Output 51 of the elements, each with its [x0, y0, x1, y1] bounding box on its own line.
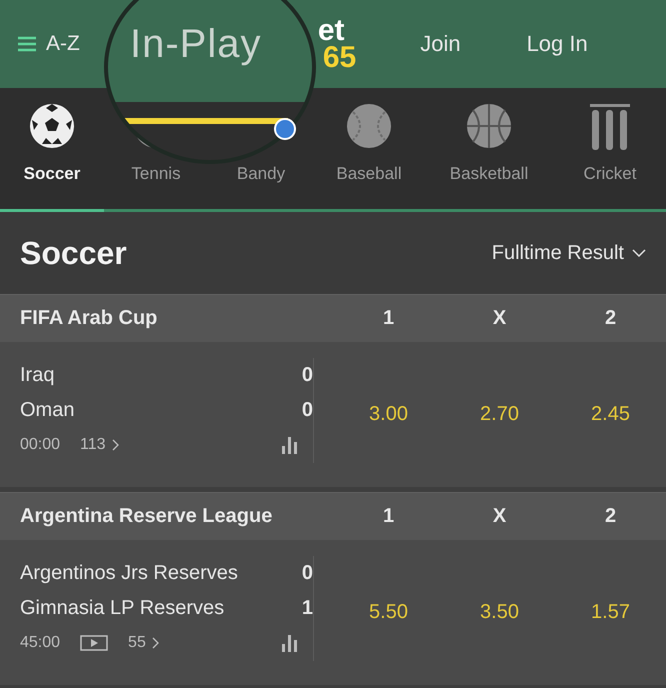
stats-icon[interactable]	[281, 634, 299, 652]
team-name: Gimnasia LP Reserves	[20, 596, 224, 620]
team-name: Iraq	[20, 364, 54, 387]
score: 0	[302, 364, 313, 387]
odds-button[interactable]: 3.00	[333, 397, 444, 432]
logo[interactable]: et 65	[318, 17, 356, 71]
column-header: 2	[604, 307, 618, 330]
menu-button[interactable]: A-Z	[18, 32, 80, 56]
team-name: Oman	[20, 398, 74, 422]
chevron-right-icon	[152, 637, 159, 650]
league-name: FIFA Arab Cup	[20, 307, 158, 330]
column-header: X	[492, 307, 508, 330]
video-icon[interactable]	[80, 635, 108, 652]
sport-tab[interactable]: Basketball	[424, 88, 554, 212]
match-clock: 45:00	[20, 634, 60, 652]
odds-button[interactable]: 2.45	[555, 397, 666, 432]
soccer-ball-icon	[28, 102, 76, 150]
score: 0	[302, 562, 313, 585]
sport-tab[interactable]: Soccer	[0, 88, 104, 212]
column-header: 2	[604, 505, 618, 528]
baseball-icon	[345, 102, 393, 150]
odds-button[interactable]: 2.70	[444, 397, 555, 432]
chevron-down-icon	[632, 249, 646, 257]
sport-tab[interactable]: Bandy	[208, 88, 314, 212]
menu-icon	[18, 36, 36, 52]
chevron-right-icon	[112, 439, 119, 452]
in-play-label: In-Play	[130, 22, 262, 67]
column-header: X	[492, 505, 508, 528]
section-title: Soccer	[20, 234, 127, 272]
match-row[interactable]: Iraq 0 Oman 0 00:00 113 3.00 2.70 2.45	[0, 342, 666, 492]
basketball-icon	[465, 102, 513, 150]
odds-button[interactable]: 5.50	[333, 595, 444, 630]
stumps-icon	[588, 102, 632, 150]
match-clock: 00:00	[20, 436, 60, 454]
column-header: 1	[382, 307, 396, 330]
market-dropdown[interactable]: Fulltime Result	[492, 242, 646, 264]
join-button[interactable]: Join	[420, 31, 461, 57]
match-row[interactable]: Argentinos Jrs Reserves 0 Gimnasia LP Reserves 1 45:00 55 5.50 3.50 1.57	[0, 540, 666, 688]
sport-tab[interactable]: Cricket	[554, 88, 666, 212]
markets-count-link[interactable]: 55	[128, 634, 159, 652]
stats-icon[interactable]	[281, 436, 299, 454]
markets-count-link[interactable]: 113	[80, 436, 119, 454]
login-button[interactable]: Log In	[526, 31, 588, 57]
column-header: 1	[382, 505, 396, 528]
score: 0	[302, 398, 313, 422]
sport-tab[interactable]: Baseball	[314, 88, 424, 212]
score: 1	[302, 596, 313, 620]
odds-button[interactable]: 1.57	[555, 595, 666, 630]
team-name: Argentinos Jrs Reserves	[20, 562, 238, 585]
league-name: Argentina Reserve League	[20, 505, 274, 528]
odds-button[interactable]: 3.50	[444, 595, 555, 630]
